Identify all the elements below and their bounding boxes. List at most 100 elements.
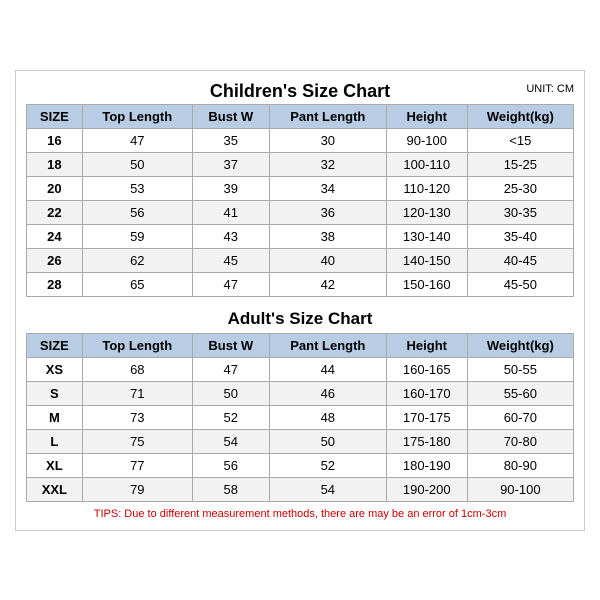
table-cell: 15-25	[467, 152, 573, 176]
table-cell: 71	[82, 381, 192, 405]
table-row: M735248170-17560-70	[27, 405, 574, 429]
table-cell: 54	[269, 477, 386, 501]
table-cell: 36	[269, 200, 386, 224]
table-cell: 190-200	[386, 477, 467, 501]
table-cell: 47	[192, 357, 269, 381]
table-row: 26624540140-15040-45	[27, 248, 574, 272]
adult-header-row: SIZE Top Length Bust W Pant Length Heigh…	[27, 333, 574, 357]
table-cell: 40	[269, 248, 386, 272]
table-cell: 56	[192, 453, 269, 477]
adult-header-pant-length: Pant Length	[269, 333, 386, 357]
table-cell: 47	[82, 128, 192, 152]
table-cell: 30	[269, 128, 386, 152]
table-cell: 35	[192, 128, 269, 152]
table-cell: 18	[27, 152, 83, 176]
table-cell: 90-100	[467, 477, 573, 501]
table-cell: 20	[27, 176, 83, 200]
adult-header-height: Height	[386, 333, 467, 357]
table-cell: 70-80	[467, 429, 573, 453]
table-cell: 160-170	[386, 381, 467, 405]
table-cell: 30-35	[467, 200, 573, 224]
table-cell: 46	[269, 381, 386, 405]
table-cell: 50	[269, 429, 386, 453]
table-cell: 62	[82, 248, 192, 272]
table-cell: 26	[27, 248, 83, 272]
adult-size-table: SIZE Top Length Bust W Pant Length Heigh…	[26, 333, 574, 502]
table-cell: 37	[192, 152, 269, 176]
table-cell: 40-45	[467, 248, 573, 272]
table-cell: 35-40	[467, 224, 573, 248]
table-row: 18503732100-11015-25	[27, 152, 574, 176]
table-cell: 34	[269, 176, 386, 200]
table-row: 20533934110-12025-30	[27, 176, 574, 200]
table-row: 24594338130-14035-40	[27, 224, 574, 248]
size-chart-container: Children's Size Chart UNIT: CM SIZE Top …	[15, 70, 585, 531]
children-header-size: SIZE	[27, 104, 83, 128]
adult-header-weight: Weight(kg)	[467, 333, 573, 357]
table-row: XL775652180-19080-90	[27, 453, 574, 477]
table-cell: 47	[192, 272, 269, 296]
table-cell: 77	[82, 453, 192, 477]
table-cell: 50	[82, 152, 192, 176]
table-cell: 120-130	[386, 200, 467, 224]
adult-header-size: SIZE	[27, 333, 83, 357]
table-cell: 44	[269, 357, 386, 381]
adult-header-top-length: Top Length	[82, 333, 192, 357]
table-cell: 42	[269, 272, 386, 296]
table-cell: 45	[192, 248, 269, 272]
table-cell: 50-55	[467, 357, 573, 381]
table-cell: L	[27, 429, 83, 453]
table-cell: 43	[192, 224, 269, 248]
table-row: XXL795854190-20090-100	[27, 477, 574, 501]
table-cell: 28	[27, 272, 83, 296]
table-cell: 50	[192, 381, 269, 405]
table-cell: 160-165	[386, 357, 467, 381]
table-row: L755450175-18070-80	[27, 429, 574, 453]
table-cell: S	[27, 381, 83, 405]
table-cell: 170-175	[386, 405, 467, 429]
table-cell: 175-180	[386, 429, 467, 453]
table-cell: 45-50	[467, 272, 573, 296]
table-cell: M	[27, 405, 83, 429]
table-cell: 56	[82, 200, 192, 224]
table-cell: XS	[27, 357, 83, 381]
table-cell: 100-110	[386, 152, 467, 176]
table-cell: 25-30	[467, 176, 573, 200]
table-cell: 79	[82, 477, 192, 501]
table-cell: 32	[269, 152, 386, 176]
table-cell: 24	[27, 224, 83, 248]
table-cell: 58	[192, 477, 269, 501]
table-cell: 110-120	[386, 176, 467, 200]
table-row: 28654742150-16045-50	[27, 272, 574, 296]
children-title-text: Children's Size Chart	[210, 81, 390, 101]
children-header-height: Height	[386, 104, 467, 128]
children-header-top-length: Top Length	[82, 104, 192, 128]
table-cell: 22	[27, 200, 83, 224]
table-cell: 55-60	[467, 381, 573, 405]
table-cell: 73	[82, 405, 192, 429]
table-cell: 16	[27, 128, 83, 152]
table-cell: 140-150	[386, 248, 467, 272]
table-cell: 52	[269, 453, 386, 477]
table-row: 1647353090-100<15	[27, 128, 574, 152]
table-cell: 80-90	[467, 453, 573, 477]
children-header-bust-w: Bust W	[192, 104, 269, 128]
table-cell: <15	[467, 128, 573, 152]
table-cell: 48	[269, 405, 386, 429]
table-cell: 180-190	[386, 453, 467, 477]
unit-label: UNIT: CM	[526, 83, 574, 95]
table-cell: XXL	[27, 477, 83, 501]
adult-chart-title: Adult's Size Chart	[26, 303, 574, 333]
table-row: 22564136120-13030-35	[27, 200, 574, 224]
table-cell: 53	[82, 176, 192, 200]
children-chart-title: Children's Size Chart UNIT: CM	[26, 81, 574, 102]
table-cell: 68	[82, 357, 192, 381]
children-header-row: SIZE Top Length Bust W Pant Length Heigh…	[27, 104, 574, 128]
table-cell: 52	[192, 405, 269, 429]
table-row: S715046160-17055-60	[27, 381, 574, 405]
table-cell: XL	[27, 453, 83, 477]
tips-text: TIPS: Due to different measurement metho…	[26, 508, 574, 520]
children-size-table: SIZE Top Length Bust W Pant Length Heigh…	[26, 104, 574, 297]
table-cell: 41	[192, 200, 269, 224]
table-cell: 59	[82, 224, 192, 248]
